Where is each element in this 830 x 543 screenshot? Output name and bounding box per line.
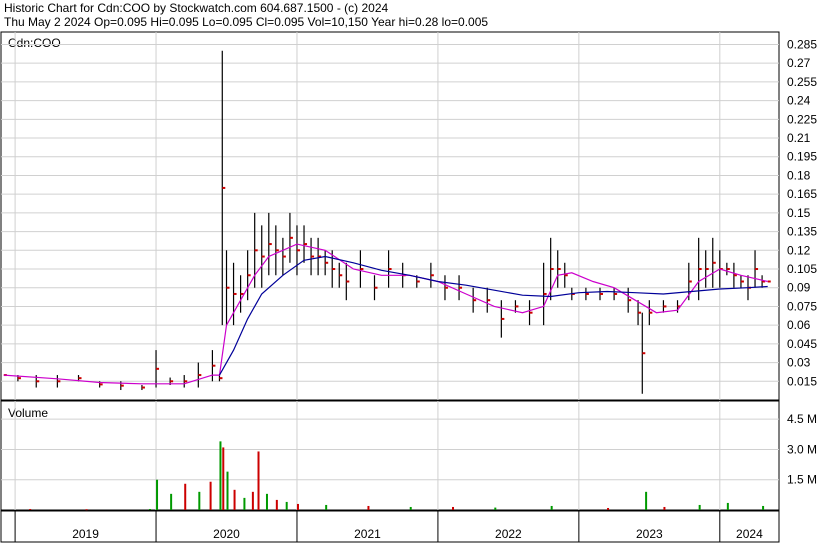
price-panel-frame bbox=[0, 31, 780, 401]
volume-panel-label: Volume bbox=[8, 406, 48, 420]
volume-bar bbox=[233, 489, 236, 510]
volume-bar bbox=[251, 491, 254, 510]
price-panel-label: Cdn:COO bbox=[8, 36, 61, 50]
price-tick-label: 0.255 bbox=[787, 75, 817, 89]
volume-tick-label: 3.0 M bbox=[787, 442, 817, 456]
price-tick-label: 0.12 bbox=[787, 243, 811, 257]
volume-panel-frame bbox=[0, 400, 780, 511]
price-tick-label: 0.045 bbox=[787, 337, 817, 351]
volume-bar bbox=[243, 497, 246, 510]
price-tick-label: 0.06 bbox=[787, 318, 811, 332]
price-tick-label: 0.135 bbox=[787, 225, 817, 239]
volume-bar bbox=[645, 491, 648, 510]
volume-bar bbox=[325, 504, 328, 510]
volume-bar bbox=[184, 483, 187, 510]
price-tick-label: 0.27 bbox=[787, 56, 811, 70]
volume-bar bbox=[607, 507, 610, 510]
volume-bar bbox=[198, 491, 201, 510]
price-tick-label: 0.015 bbox=[787, 374, 817, 388]
volume-bar bbox=[29, 508, 32, 510]
price-tick-label: 0.03 bbox=[787, 356, 811, 370]
price-tick-label: 0.105 bbox=[787, 262, 817, 276]
volume-bar bbox=[257, 451, 260, 510]
price-tick-label: 0.165 bbox=[787, 187, 817, 201]
price-tick-label: 0.24 bbox=[787, 94, 811, 108]
price-panel: Cdn:COO 0.285 0.27 0.255 0.24 0.225 0.21 0.195… bbox=[0, 31, 817, 401]
volume-panel: Volume 4.5 M 3.0 M 1.5 M bbox=[0, 400, 817, 511]
year-tick-label: 2024 bbox=[736, 527, 763, 541]
time-axis: 2019 2020 2021 2022 2023 2024 bbox=[0, 510, 780, 543]
volume-bar bbox=[222, 447, 225, 510]
year-tick-label: 2020 bbox=[213, 527, 240, 541]
stock-chart: Cdn:COO 0.285 0.27 0.255 0.24 0.225 0.21 0.195… bbox=[0, 31, 817, 543]
price-tick-label: 0.15 bbox=[787, 206, 811, 220]
price-tick-label: 0.225 bbox=[787, 112, 817, 126]
price-tick-label: 0.195 bbox=[787, 150, 817, 164]
price-tick-label: 0.285 bbox=[787, 37, 817, 51]
volume-bar bbox=[409, 506, 412, 510]
volume-bar bbox=[170, 493, 173, 510]
volume-bar bbox=[265, 493, 268, 510]
volume-bar bbox=[275, 499, 278, 510]
price-tick-label: 0.09 bbox=[787, 281, 811, 295]
volume-bar bbox=[698, 504, 701, 510]
volume-bar bbox=[550, 505, 553, 510]
volume-bar bbox=[85, 509, 88, 511]
volume-bar bbox=[663, 506, 666, 510]
volume-bar bbox=[148, 508, 151, 510]
year-tick-label: 2023 bbox=[636, 527, 663, 541]
volume-bar bbox=[452, 506, 455, 510]
volume-bar bbox=[367, 505, 370, 510]
year-tick-label: 2021 bbox=[354, 527, 381, 541]
volume-bar bbox=[156, 479, 159, 510]
volume-bar bbox=[226, 471, 229, 510]
price-tick-label: 0.075 bbox=[787, 299, 817, 313]
volume-bar bbox=[285, 501, 288, 510]
volume-bar bbox=[494, 507, 497, 510]
volume-tick-label: 1.5 M bbox=[787, 473, 817, 487]
volume-bar bbox=[296, 503, 299, 510]
volume-bar bbox=[219, 441, 222, 510]
volume-bar bbox=[762, 505, 765, 510]
volume-tick-label: 4.5 M bbox=[787, 412, 817, 426]
volume-bar bbox=[726, 502, 729, 510]
volume-bar bbox=[209, 481, 212, 510]
year-tick-label: 2022 bbox=[495, 527, 522, 541]
year-tick-label: 2019 bbox=[72, 527, 99, 541]
price-tick-label: 0.21 bbox=[787, 131, 811, 145]
price-tick-label: 0.18 bbox=[787, 168, 811, 182]
